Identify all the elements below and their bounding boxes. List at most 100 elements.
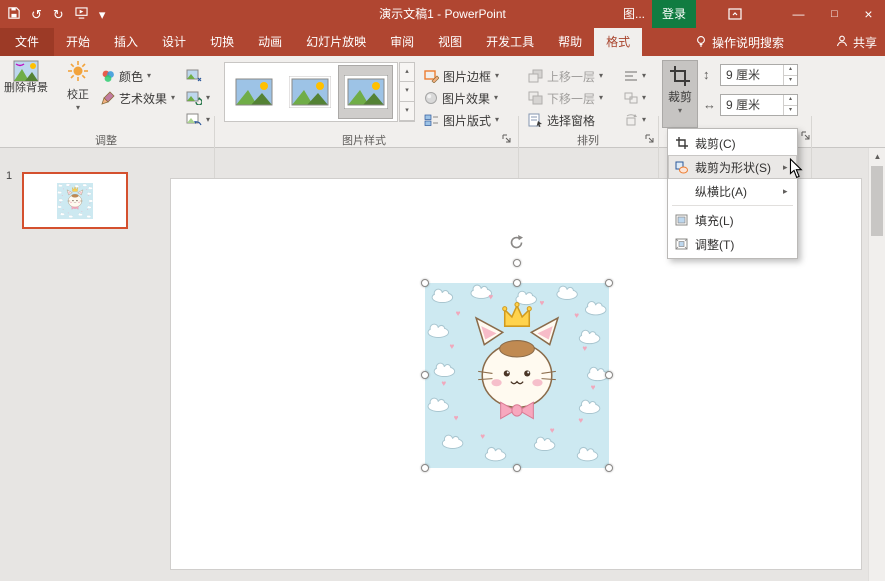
- mouse-cursor: [789, 158, 803, 182]
- tell-me-label: 操作说明搜索: [712, 34, 784, 51]
- maximize-button[interactable]: □: [818, 0, 851, 28]
- tab-view[interactable]: 视图: [426, 28, 474, 56]
- tab-home[interactable]: 开始: [54, 28, 102, 56]
- tab-help[interactable]: 帮助: [546, 28, 594, 56]
- chevron-down-icon: ▾: [495, 116, 499, 124]
- picture-border-button[interactable]: 图片边框 ▾: [424, 66, 499, 86]
- crop-menu-item-crop-to-shape[interactable]: 裁剪为形状(S) ▸: [668, 155, 797, 179]
- gallery-scroll-down[interactable]: ▾: [399, 82, 415, 102]
- selection-pane-button[interactable]: 选择窗格: [528, 110, 595, 130]
- corrections-button[interactable]: 校正 ▾: [56, 60, 100, 112]
- align-button[interactable]: ▾: [624, 66, 646, 86]
- align-icon: [624, 70, 638, 82]
- stepper-up-icon[interactable]: ▴: [784, 65, 797, 75]
- picture-style-thumb-3-selected[interactable]: [339, 66, 392, 118]
- picture-style-thumb-1[interactable]: [227, 66, 280, 118]
- share-label: 共享: [853, 34, 877, 51]
- chevron-down-icon: ▾: [642, 116, 646, 124]
- crop-menu-item-fill[interactable]: 填充(L): [668, 208, 797, 232]
- picture-effects-button[interactable]: 图片效果 ▾: [424, 88, 498, 108]
- stepper-up-icon[interactable]: ▴: [784, 95, 797, 105]
- sign-in-button[interactable]: 登录: [652, 0, 696, 28]
- chevron-down-icon: ▾: [494, 94, 498, 102]
- ribbon-display-options-icon[interactable]: [720, 0, 750, 28]
- crop-label: 裁剪: [668, 88, 692, 105]
- minimize-button[interactable]: —: [782, 0, 815, 28]
- selection-handle-e[interactable]: [605, 371, 613, 379]
- rotate-handle-icon[interactable]: [508, 234, 525, 254]
- gallery-more-button[interactable]: ▾: [399, 102, 415, 122]
- tab-review[interactable]: 审阅: [378, 28, 426, 56]
- selection-handle-w[interactable]: [421, 371, 429, 379]
- slide-picture[interactable]: [425, 283, 609, 468]
- tab-slideshow[interactable]: 幻灯片放映: [294, 28, 378, 56]
- picture-styles-dialog-launcher-icon[interactable]: [502, 133, 514, 145]
- selection-handle-ne[interactable]: [605, 279, 613, 287]
- tell-me-box[interactable]: 操作说明搜索: [695, 28, 784, 56]
- adjust-group-label: 调整: [0, 132, 212, 146]
- scroll-up-icon[interactable]: ▲: [869, 148, 885, 165]
- selection-handle-sw[interactable]: [421, 464, 429, 472]
- group-objects-button[interactable]: ▾: [624, 88, 646, 108]
- tab-animations[interactable]: 动画: [246, 28, 294, 56]
- submenu-arrow-icon: ▸: [783, 186, 797, 197]
- send-backward-icon: [528, 91, 543, 105]
- color-icon: [101, 69, 115, 83]
- selection-handle-nw[interactable]: [421, 279, 429, 287]
- lightbulb-icon: [695, 35, 707, 50]
- send-backward-label: 下移一层: [547, 90, 595, 107]
- picture-layout-icon: [424, 113, 439, 127]
- tab-insert[interactable]: 插入: [102, 28, 150, 56]
- color-button[interactable]: 颜色 ▾: [101, 66, 151, 86]
- crop-menu-item-aspect-ratio[interactable]: 纵横比(A) ▸: [668, 179, 797, 203]
- stepper-down-icon[interactable]: ▾: [784, 105, 797, 116]
- slide-thumbnail[interactable]: [22, 172, 128, 229]
- crop-menu-item-crop[interactable]: 裁剪(C): [668, 131, 797, 155]
- shape-height-value[interactable]: 9 厘米: [721, 65, 783, 85]
- crop-icon: [668, 137, 695, 149]
- chevron-down-icon: ▾: [495, 72, 499, 80]
- tab-design[interactable]: 设计: [150, 28, 198, 56]
- selection-handle-se[interactable]: [605, 464, 613, 472]
- picture-layout-button[interactable]: 图片版式 ▾: [424, 110, 499, 130]
- rotation-handle[interactable]: [513, 259, 521, 267]
- bring-forward-button[interactable]: 上移一层 ▾: [528, 66, 603, 86]
- tab-developer[interactable]: 开发工具: [474, 28, 546, 56]
- vertical-scrollbar[interactable]: ▲: [868, 148, 885, 581]
- artistic-effects-label: 艺术效果: [119, 90, 167, 107]
- picture-style-thumb-2[interactable]: [283, 66, 336, 118]
- tab-format-active[interactable]: 格式: [594, 28, 642, 56]
- crop-menu-item-fit[interactable]: 调整(T): [668, 232, 797, 256]
- scrollbar-thumb[interactable]: [871, 166, 883, 236]
- crop-button[interactable]: 裁剪 ▾: [662, 60, 698, 128]
- arrange-dialog-launcher-icon[interactable]: [645, 133, 657, 145]
- tab-transitions[interactable]: 切换: [198, 28, 246, 56]
- shape-height-input[interactable]: 9 厘米 ▴▾: [720, 64, 798, 86]
- remove-background-button[interactable]: 删除背景: [2, 60, 50, 95]
- stepper-down-icon[interactable]: ▾: [784, 75, 797, 86]
- color-label: 颜色: [119, 68, 143, 85]
- selection-handle-s[interactable]: [513, 464, 521, 472]
- rotate-objects-button[interactable]: ▾: [624, 110, 646, 130]
- remove-background-label: 删除背景: [4, 82, 48, 95]
- shape-height-stepper[interactable]: ▴▾: [783, 65, 797, 85]
- crop-to-shape-icon: [668, 161, 695, 174]
- share-button[interactable]: 共享: [836, 28, 877, 56]
- picture-styles-group-label: 图片样式: [214, 132, 514, 146]
- shape-width-input[interactable]: 9 厘米 ▴▾: [720, 94, 798, 116]
- shape-width-stepper[interactable]: ▴▾: [783, 95, 797, 115]
- brush-icon: [101, 91, 115, 105]
- tab-file[interactable]: 文件: [0, 28, 54, 56]
- artistic-effects-button[interactable]: 艺术效果 ▾: [101, 88, 175, 108]
- selection-handle-n[interactable]: [513, 279, 521, 287]
- remove-background-icon: [13, 60, 39, 82]
- send-backward-button[interactable]: 下移一层 ▾: [528, 88, 603, 108]
- compress-picture-button[interactable]: [186, 66, 202, 86]
- close-button[interactable]: ×: [852, 0, 885, 28]
- change-picture-button[interactable]: ▾: [186, 88, 210, 108]
- size-dialog-launcher-icon[interactable]: [801, 130, 813, 142]
- gallery-scroll-up[interactable]: ▴: [399, 62, 415, 82]
- reset-picture-button[interactable]: ▾: [186, 110, 210, 130]
- shape-width-value[interactable]: 9 厘米: [721, 95, 783, 115]
- cat-picture: [425, 283, 609, 468]
